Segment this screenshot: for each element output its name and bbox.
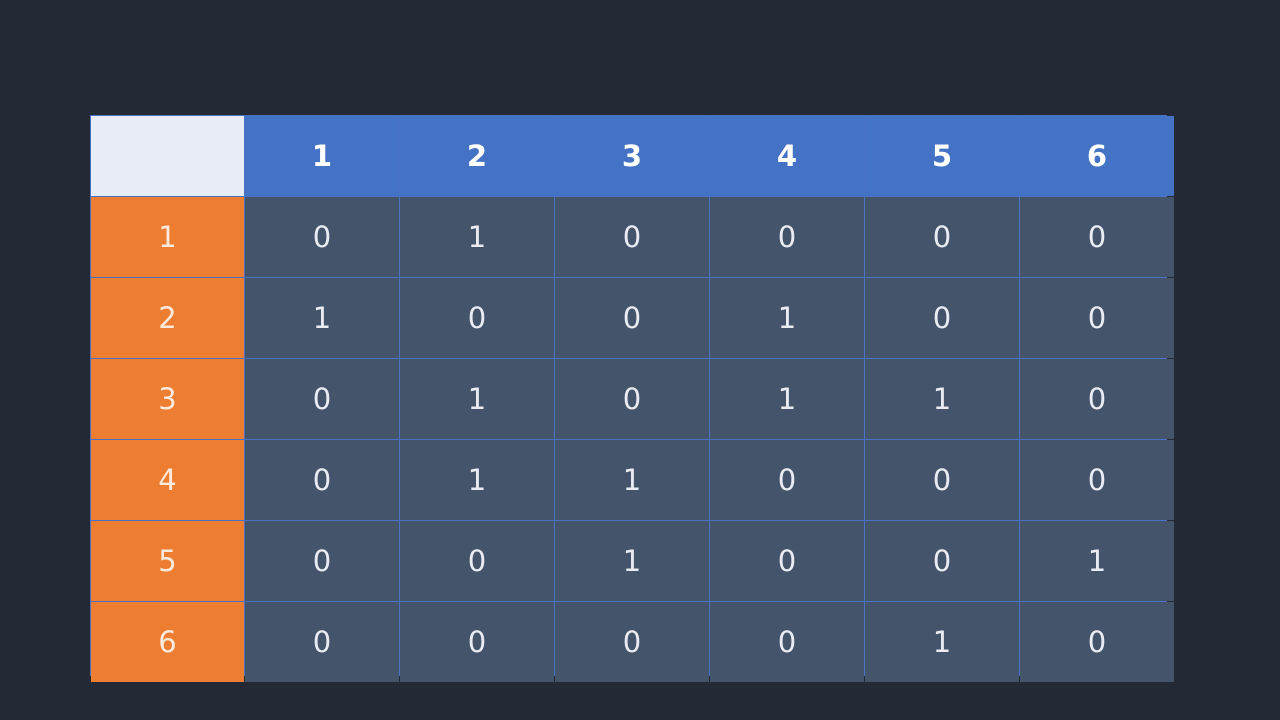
matrix-cell: 1 — [710, 359, 864, 439]
matrix-cell: 0 — [245, 440, 399, 520]
matrix-cell: 0 — [710, 521, 864, 601]
row-header: 6 — [91, 602, 244, 682]
column-header: 2 — [400, 116, 554, 196]
matrix-cell: 0 — [555, 359, 709, 439]
matrix-cell: 0 — [245, 197, 399, 277]
row-header: 5 — [91, 521, 244, 601]
matrix-cell: 1 — [400, 197, 554, 277]
row-header: 4 — [91, 440, 244, 520]
column-header: 4 — [710, 116, 864, 196]
column-header: 3 — [555, 116, 709, 196]
matrix-cell: 0 — [1020, 197, 1174, 277]
matrix-cell: 1 — [400, 359, 554, 439]
matrix-cell: 0 — [865, 440, 1019, 520]
column-header: 6 — [1020, 116, 1174, 196]
matrix-cell: 1 — [865, 602, 1019, 682]
matrix-cell: 0 — [710, 602, 864, 682]
matrix-cell: 0 — [710, 440, 864, 520]
row-header: 3 — [91, 359, 244, 439]
matrix-cell: 1 — [865, 359, 1019, 439]
matrix-cell: 0 — [1020, 440, 1174, 520]
matrix-cell: 0 — [865, 521, 1019, 601]
matrix-cell: 1 — [1020, 521, 1174, 601]
slide: 1 2 3 4 5 6 1 0 1 0 0 0 0 2 1 0 0 1 0 0 … — [0, 0, 1280, 720]
matrix-cell: 0 — [245, 521, 399, 601]
matrix-cell: 0 — [710, 197, 864, 277]
row-header: 2 — [91, 278, 244, 358]
matrix-cell: 0 — [1020, 278, 1174, 358]
matrix-cell: 0 — [400, 521, 554, 601]
matrix-cell: 0 — [1020, 602, 1174, 682]
matrix-cell: 0 — [865, 278, 1019, 358]
row-header: 1 — [91, 197, 244, 277]
matrix-cell: 0 — [555, 278, 709, 358]
matrix-cell: 1 — [245, 278, 399, 358]
matrix-cell: 0 — [555, 197, 709, 277]
column-header: 1 — [245, 116, 399, 196]
matrix-cell: 1 — [555, 440, 709, 520]
matrix-cell: 0 — [865, 197, 1019, 277]
matrix-cell: 1 — [555, 521, 709, 601]
matrix-cell: 1 — [710, 278, 864, 358]
matrix-cell: 0 — [245, 602, 399, 682]
matrix-corner-cell — [91, 116, 244, 196]
matrix-cell: 1 — [400, 440, 554, 520]
adjacency-matrix-table: 1 2 3 4 5 6 1 0 1 0 0 0 0 2 1 0 0 1 0 0 … — [90, 115, 1174, 682]
matrix-cell: 0 — [245, 359, 399, 439]
matrix-cell: 0 — [400, 602, 554, 682]
matrix-cell: 0 — [400, 278, 554, 358]
matrix-cell: 0 — [555, 602, 709, 682]
matrix-cell: 0 — [1020, 359, 1174, 439]
column-header: 5 — [865, 116, 1019, 196]
